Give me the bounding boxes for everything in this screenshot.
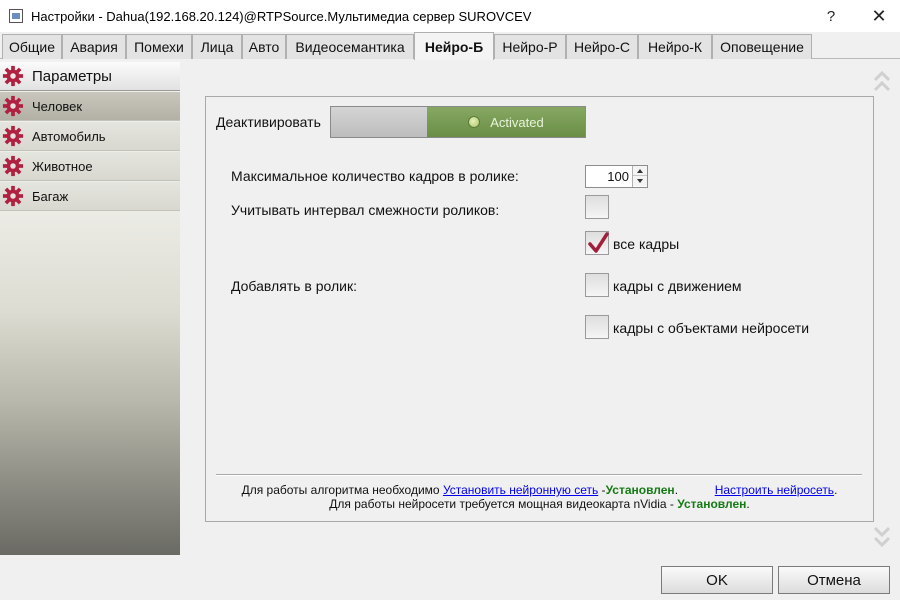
status-led-icon — [468, 116, 481, 128]
sidebar-item-label: Человек — [32, 98, 83, 114]
tab-neuro-k[interactable]: Нейро-К — [638, 34, 712, 59]
stepper-up-button[interactable] — [633, 166, 647, 176]
toggle-on-segment[interactable]: Activated — [427, 107, 585, 137]
close-button[interactable]: ✕ — [856, 0, 900, 32]
info-text: Для работы алгоритма необходимо — [241, 483, 440, 497]
info-text: - — [598, 483, 606, 497]
tab-faces[interactable]: Лица — [192, 34, 242, 59]
sidebar-item-animal[interactable]: Животное — [0, 152, 180, 181]
gear-icon — [2, 95, 24, 117]
cancel-button[interactable]: Отмена — [778, 566, 890, 594]
gear-icon — [2, 155, 24, 177]
app-icon — [9, 9, 23, 23]
neural-frames-label: кадры с объектами нейросети — [613, 320, 810, 336]
info-text: . — [834, 483, 838, 497]
info-text: . — [674, 483, 679, 497]
tab-neuro-r[interactable]: Нейро-Р — [494, 34, 566, 59]
tab-auto[interactable]: Авто — [242, 34, 286, 59]
all-frames-label: все кадры — [613, 236, 680, 252]
check-icon — [588, 232, 609, 253]
tab-videosemantics[interactable]: Видеосемантика — [286, 34, 414, 59]
arrow-up-icon — [637, 168, 643, 173]
max-frames-value[interactable]: 100 — [586, 166, 631, 187]
motion-frames-label: кадры с движением — [613, 278, 742, 294]
toggle-state-label: Activated — [490, 114, 544, 130]
tab-interference[interactable]: Помехи — [126, 34, 192, 59]
divider — [216, 474, 862, 476]
sidebar-item-luggage[interactable]: Багаж — [0, 182, 180, 211]
max-frames-label: Максимальное количество кадров в ролике: — [231, 168, 519, 184]
neural-frames-checkbox[interactable] — [585, 315, 609, 339]
interval-checkbox[interactable] — [585, 195, 609, 219]
install-status: Установлен — [605, 483, 675, 497]
sidebar-item-label: Автомобиль — [32, 128, 106, 144]
sidebar-item-label: Параметры — [32, 67, 112, 85]
help-button[interactable]: ? — [808, 0, 854, 32]
stepper-down-button[interactable] — [633, 176, 647, 186]
gear-icon — [2, 185, 24, 207]
tab-notification[interactable]: Оповещение — [712, 34, 812, 59]
install-network-link[interactable]: Установить нейронную сеть — [443, 483, 598, 497]
max-frames-stepper[interactable]: 100 — [585, 165, 648, 188]
tab-bar: Общие Авария Помехи Лица Авто Видеосеман… — [0, 32, 900, 60]
tab-general[interactable]: Общие — [2, 34, 62, 59]
ok-button[interactable]: OK — [661, 566, 773, 594]
gear-icon — [2, 65, 24, 87]
info-line-1: Для работы алгоритма необходимо Установи… — [206, 483, 873, 497]
sidebar-item-person[interactable]: Человек — [0, 92, 180, 121]
info-text: Для работы нейросети требуется мощная ви… — [329, 497, 674, 511]
settings-group — [205, 96, 874, 522]
sidebar-item-parameters[interactable]: Параметры — [0, 62, 180, 91]
gpu-status: Установлен — [677, 497, 747, 511]
toggle-off-segment[interactable] — [331, 107, 427, 137]
scroll-up-icon[interactable] — [872, 68, 892, 98]
stepper-buttons — [632, 166, 647, 187]
tab-alarm[interactable]: Авария — [62, 34, 126, 59]
motion-frames-checkbox[interactable] — [585, 273, 609, 297]
add-to-clip-label: Добавлять в ролик: — [231, 278, 357, 294]
sidebar-item-car[interactable]: Автомобиль — [0, 122, 180, 151]
configure-network-link[interactable]: Настроить нейросеть — [715, 483, 834, 497]
gear-icon — [2, 125, 24, 147]
tab-neuro-b[interactable]: Нейро-Б — [414, 32, 494, 60]
scroll-down-icon[interactable] — [872, 520, 892, 550]
interval-label: Учитывать интервал смежности роликов: — [231, 202, 500, 218]
sidebar-item-label: Багаж — [32, 188, 69, 204]
arrow-down-icon — [637, 179, 643, 183]
window-title: Настройки - Dahua(192.168.20.124)@RTPSou… — [31, 8, 532, 24]
deactivate-label: Деактивировать — [216, 114, 321, 130]
tab-neuro-s[interactable]: Нейро-С — [566, 34, 638, 59]
sidebar-item-label: Животное — [32, 158, 93, 174]
activation-toggle[interactable]: Activated — [330, 106, 586, 138]
title-bar: Настройки - Dahua(192.168.20.124)@RTPSou… — [0, 0, 900, 32]
info-text: . — [746, 497, 750, 511]
all-frames-checkbox[interactable] — [585, 231, 609, 255]
info-line-2: Для работы нейросети требуется мощная ви… — [206, 497, 873, 511]
